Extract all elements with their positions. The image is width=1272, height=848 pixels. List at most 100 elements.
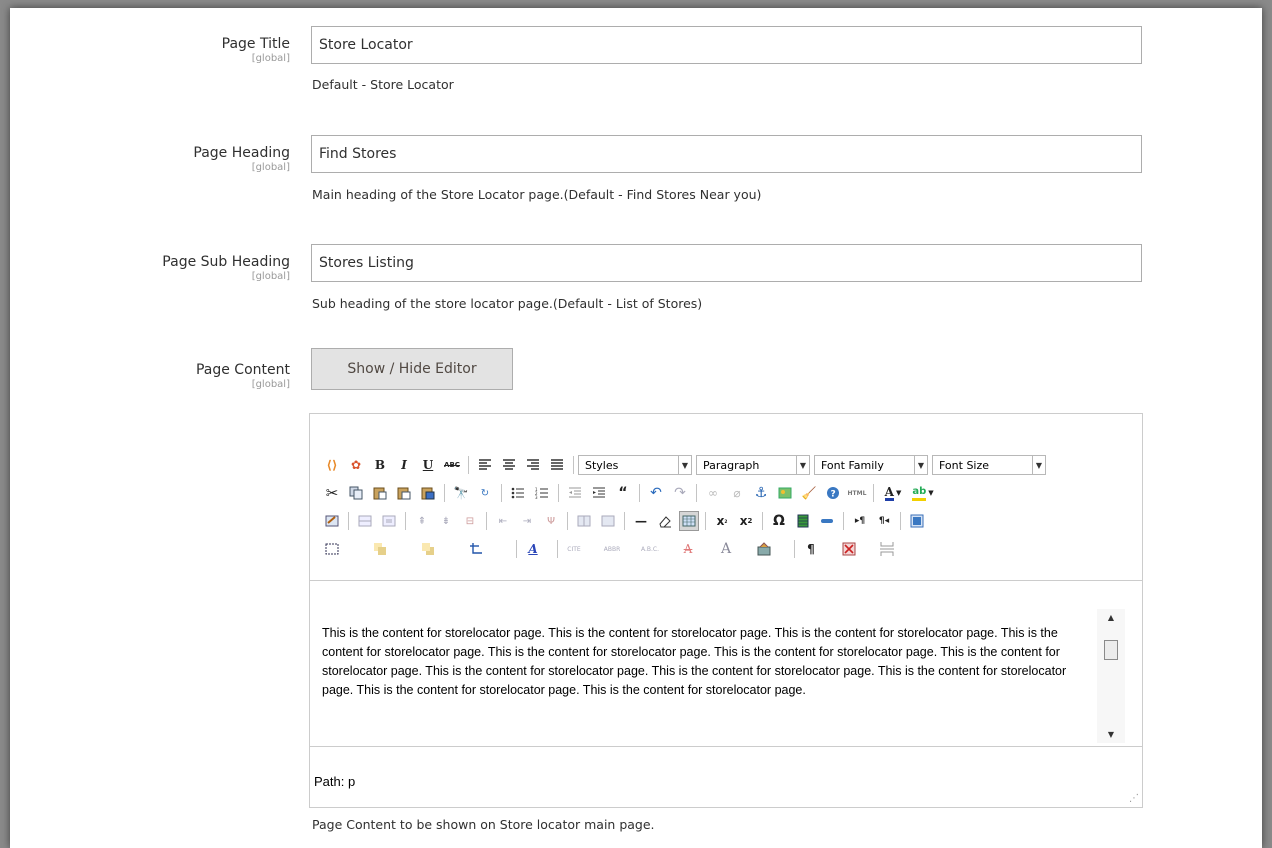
split-cells-icon[interactable] [574, 511, 594, 531]
indent-icon[interactable] [589, 483, 609, 503]
image-icon[interactable] [775, 483, 795, 503]
font-family-dropdown[interactable]: Font Family ▼ [814, 455, 928, 475]
page-title-note: Default - Store Locator [312, 77, 454, 92]
page-title-label: Page Title [221, 36, 290, 52]
toolbar-separator [696, 484, 697, 502]
paste-word-icon[interactable] [418, 483, 438, 503]
delete-row-icon[interactable]: ⊟ [460, 511, 480, 531]
special-char-icon[interactable]: Ω [769, 511, 789, 531]
mage-variable-icon[interactable]: ✿ [346, 455, 366, 475]
abbr-icon[interactable]: ABBR [602, 539, 622, 559]
toolbar-separator [405, 512, 406, 530]
insert-layer-icon[interactable] [322, 539, 342, 559]
subscript-icon[interactable]: x₂ [712, 511, 732, 531]
align-right-icon[interactable] [523, 455, 543, 475]
editor-content-area[interactable]: This is the content for storelocator pag… [310, 580, 1142, 747]
remove-format-icon[interactable] [655, 511, 675, 531]
redo-icon[interactable]: ↷ [670, 483, 690, 503]
insert-col-after-icon[interactable]: ⇥ [517, 511, 537, 531]
absolute-icon[interactable] [466, 539, 486, 559]
nonbreaking-icon[interactable]: ¶ [801, 539, 821, 559]
scroll-up-icon[interactable]: ▲ [1097, 613, 1125, 622]
styles-dropdown[interactable]: Styles ▼ [578, 455, 692, 475]
page-title-input[interactable] [311, 26, 1142, 64]
move-backward-icon[interactable] [418, 539, 438, 559]
editor-content-text[interactable]: This is the content for storelocator pag… [322, 624, 1090, 700]
toolbar-separator [873, 484, 874, 502]
blockquote-icon[interactable]: “ [613, 483, 633, 503]
ins-icon[interactable]: A [716, 539, 736, 559]
paste-icon[interactable] [370, 483, 390, 503]
underline-icon[interactable]: U [418, 455, 438, 475]
toolbar-separator [639, 484, 640, 502]
help-icon[interactable]: ? [823, 483, 843, 503]
numbered-list-icon[interactable]: 123 [532, 483, 552, 503]
merge-cells-icon[interactable] [598, 511, 618, 531]
page-sub-heading-note: Sub heading of the store locator page.(D… [312, 296, 703, 311]
table-props-icon[interactable] [322, 511, 342, 531]
find-icon[interactable]: 🔭 [451, 483, 471, 503]
scroll-down-icon[interactable]: ▼ [1097, 730, 1125, 739]
replace-icon[interactable]: ↻ [475, 483, 495, 503]
format-dropdown[interactable]: Paragraph ▼ [696, 455, 810, 475]
paste-text-icon[interactable] [394, 483, 414, 503]
editor-toolbar: ⟨⟩ ✿ B I U ABC Styles ▼ Paragraph ▼ Font… [320, 451, 1130, 563]
insert-row-after-icon[interactable]: ⇟ [436, 511, 456, 531]
superscript-icon[interactable]: x2 [736, 511, 756, 531]
text-color-icon[interactable]: A ▼ [880, 483, 906, 503]
strikethrough-icon[interactable]: ABC [442, 455, 462, 475]
link-icon[interactable]: ∞ [703, 483, 723, 503]
acronym-icon[interactable]: A.B.C. [640, 539, 660, 559]
table-cell-props-icon[interactable] [379, 511, 399, 531]
outdent-icon[interactable] [565, 483, 585, 503]
rtl-icon[interactable]: ¶◂ [874, 511, 894, 531]
fullscreen-icon[interactable] [907, 511, 927, 531]
editor-scrollbar[interactable]: ▲ ▼ [1097, 609, 1125, 743]
page-sub-heading-scope: [global] [251, 271, 290, 282]
horizontal-rule-icon[interactable]: — [631, 511, 651, 531]
page-heading-input[interactable] [311, 135, 1142, 173]
del-icon[interactable]: A [678, 539, 698, 559]
insert-row-before-icon[interactable]: ⇞ [412, 511, 432, 531]
resize-grip-icon[interactable]: ⋰ [1129, 793, 1139, 804]
chevron-down-icon: ▼ [796, 456, 809, 474]
unlink-icon[interactable]: ⌀ [727, 483, 747, 503]
insert-col-before-icon[interactable]: ⇤ [493, 511, 513, 531]
cut-icon[interactable]: ✂ [322, 483, 342, 503]
attribs-icon[interactable] [754, 539, 774, 559]
italic-icon[interactable]: I [394, 455, 414, 475]
bullet-list-icon[interactable] [508, 483, 528, 503]
highlight-color-icon[interactable]: ab ▼ [910, 483, 936, 503]
toolbar-separator [558, 484, 559, 502]
ltr-icon[interactable]: ▸¶ [850, 511, 870, 531]
undo-icon[interactable]: ↶ [646, 483, 666, 503]
page-sub-heading-label: Page Sub Heading [162, 254, 290, 270]
move-forward-icon[interactable] [370, 539, 390, 559]
mage-widget-icon[interactable]: ⟨⟩ [322, 455, 342, 475]
pagebreak-icon[interactable] [839, 539, 859, 559]
page-sub-heading-input[interactable] [311, 244, 1142, 282]
align-left-icon[interactable] [475, 455, 495, 475]
delete-col-icon[interactable]: Ψ [541, 511, 561, 531]
html-icon[interactable]: HTML [847, 483, 867, 503]
show-blocks-icon[interactable] [877, 539, 897, 559]
anchor-icon[interactable]: ⚓ [751, 483, 771, 503]
page-heading-label: Page Heading [193, 145, 290, 161]
toolbar-separator [624, 512, 625, 530]
visual-aid-icon[interactable] [679, 511, 699, 531]
cleanup-icon[interactable]: 🧹 [799, 483, 819, 503]
bold-icon[interactable]: B [370, 455, 390, 475]
cite-icon[interactable]: CITE [564, 539, 584, 559]
table-row-props-icon[interactable] [355, 511, 375, 531]
align-justify-icon[interactable] [547, 455, 567, 475]
styleprops-icon[interactable]: A [523, 539, 543, 559]
scrollbar-thumb[interactable] [1104, 640, 1118, 660]
show-hide-editor-button[interactable]: Show / Hide Editor [311, 348, 513, 390]
align-center-icon[interactable] [499, 455, 519, 475]
advanced-hr-icon[interactable] [817, 511, 837, 531]
styles-dropdown-label: Styles [585, 458, 619, 472]
toolbar-row-4: A CITE ABBR A.B.C. A A ¶ [320, 535, 1130, 563]
font-size-dropdown[interactable]: Font Size ▼ [932, 455, 1046, 475]
copy-icon[interactable] [346, 483, 366, 503]
media-icon[interactable] [793, 511, 813, 531]
